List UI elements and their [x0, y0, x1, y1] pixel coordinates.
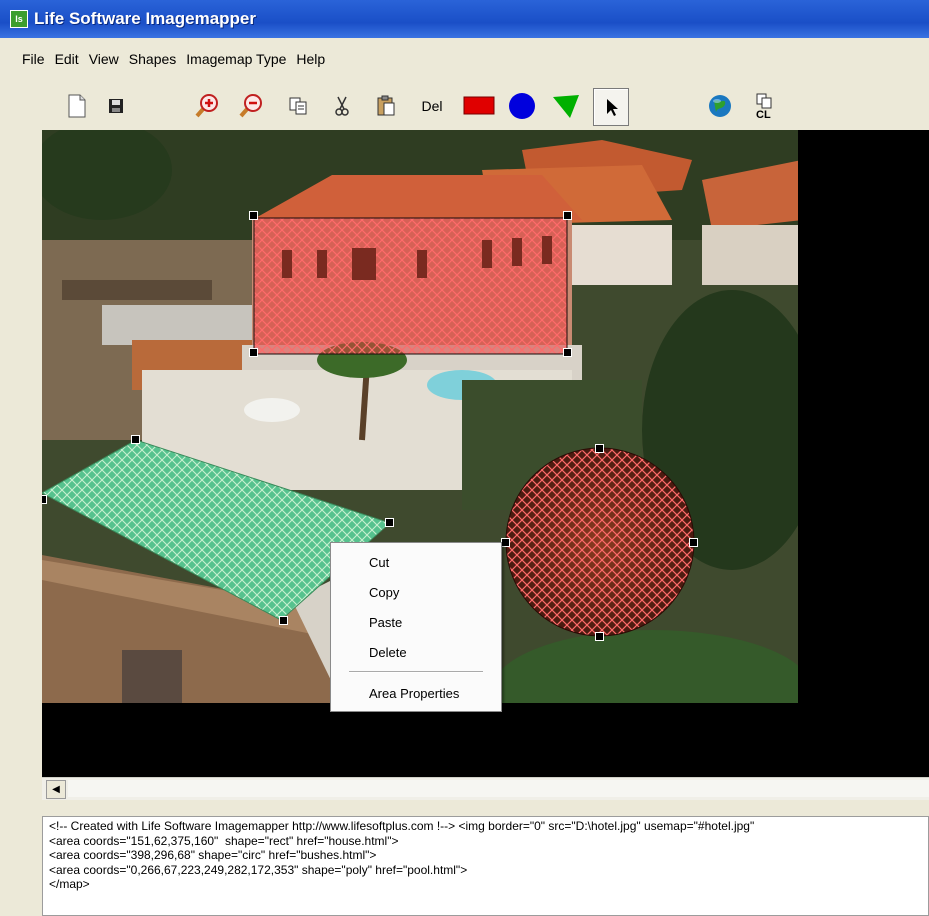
save-button[interactable]	[99, 88, 133, 124]
circle-handle-right[interactable]	[689, 538, 698, 547]
delete-label: Del	[421, 98, 443, 114]
new-document-icon	[68, 94, 86, 118]
clipboard-icon	[377, 95, 395, 116]
menu-help[interactable]: Help	[291, 51, 330, 67]
title-bar: ls Life Software Imagemapper	[0, 0, 929, 38]
context-separator	[349, 671, 483, 673]
context-paste[interactable]: Paste	[369, 615, 402, 630]
scroll-left-arrow-icon[interactable]: ◀	[46, 780, 66, 799]
left-margin	[0, 84, 42, 916]
rectangle-tool-button[interactable]	[459, 88, 499, 124]
circle-handle-left[interactable]	[501, 538, 510, 547]
code-line: <!-- Created with Life Software Imagemap…	[49, 819, 755, 833]
poly-handle-top[interactable]	[131, 435, 140, 444]
delete-button[interactable]: Del	[413, 88, 451, 124]
scroll-track[interactable]	[68, 780, 929, 797]
copy-icon	[289, 97, 307, 115]
html-code-output[interactable]: <!-- Created with Life Software Imagemap…	[42, 816, 929, 916]
copy-to-clipboard-icon: CL	[756, 93, 772, 120]
circle-handle-bottom[interactable]	[595, 632, 604, 641]
new-file-button[interactable]	[59, 88, 93, 124]
rect-handle-top-right[interactable]	[563, 211, 572, 220]
copy-code-button[interactable]: CL	[749, 88, 783, 124]
menu-bar: File Edit View Shapes Imagemap Type Help	[0, 44, 330, 74]
circle-handle-top[interactable]	[595, 444, 604, 453]
globe-icon	[709, 95, 731, 117]
zoom-out-icon	[239, 94, 262, 118]
code-line: <area coords="151,62,375,160" shape="rec…	[49, 833, 399, 848]
red-rectangle-icon	[463, 96, 495, 115]
menu-shapes[interactable]: Shapes	[124, 51, 181, 67]
zoom-out-button[interactable]	[233, 88, 267, 124]
menu-edit[interactable]: Edit	[50, 51, 84, 67]
poly-handle-right[interactable]	[385, 518, 394, 527]
arrow-pointer-icon	[607, 99, 618, 116]
rect-handle-bottom-left[interactable]	[249, 348, 258, 357]
circle-tool-button[interactable]	[505, 88, 539, 124]
horizontal-scrollbar[interactable]: ◀	[42, 777, 929, 800]
blue-circle-icon	[509, 93, 535, 119]
context-area-properties[interactable]: Area Properties	[369, 686, 459, 701]
rect-handle-top-left[interactable]	[249, 211, 258, 220]
green-polygon-icon	[553, 95, 579, 118]
context-copy[interactable]: Copy	[369, 585, 399, 600]
zoom-in-icon	[195, 94, 218, 118]
app-icon: ls	[10, 10, 28, 28]
context-menu: Cut Copy Paste Delete Area Properties	[330, 542, 502, 712]
floppy-disk-icon	[109, 99, 123, 113]
zoom-in-button[interactable]	[189, 88, 223, 124]
paste-button[interactable]	[369, 88, 403, 124]
menu-view[interactable]: View	[84, 51, 124, 67]
code-line: </map>	[49, 877, 90, 891]
rect-handle-bottom-right[interactable]	[563, 348, 572, 357]
polygon-tool-button[interactable]	[549, 88, 583, 124]
menu-imagemap-type[interactable]: Imagemap Type	[181, 51, 291, 67]
context-delete[interactable]: Delete	[369, 645, 407, 660]
window-title: Life Software Imagemapper	[34, 9, 257, 28]
code-line: <area coords="0,266,67,223,249,282,172,3…	[49, 862, 468, 877]
context-cut[interactable]: Cut	[369, 555, 389, 570]
scissors-icon	[335, 96, 349, 116]
svg-text:CL: CL	[756, 109, 771, 120]
poly-handle-bottom[interactable]	[279, 616, 288, 625]
copy-button[interactable]	[281, 88, 315, 124]
select-tool-button[interactable]	[593, 88, 629, 126]
menu-file[interactable]: File	[17, 51, 50, 67]
cut-button[interactable]	[325, 88, 359, 124]
poly-handle-left[interactable]	[42, 495, 47, 504]
code-line: <area coords="398,296,68" shape="circ" h…	[49, 848, 377, 862]
browser-preview-button[interactable]	[703, 88, 737, 124]
